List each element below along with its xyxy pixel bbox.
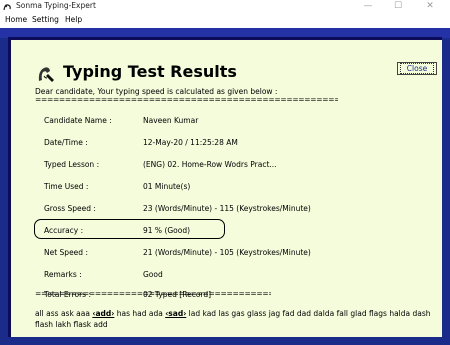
menu-bar: Home Setting Help bbox=[0, 14, 450, 26]
dialog-title: Typing Test Results bbox=[63, 62, 237, 81]
net-speed-value: 21 (Words/Minute) - 105 (Keystrokes/Minu… bbox=[143, 248, 311, 257]
lesson-error-word: ‹sad› bbox=[165, 309, 187, 318]
pen-logo-icon bbox=[38, 67, 54, 82]
accuracy-label: Accuracy : bbox=[44, 226, 84, 235]
typed-lesson-value: (ENG) 02. Home-Row Wodrs Pract... bbox=[143, 160, 277, 169]
remarks-label: Remarks : bbox=[44, 270, 82, 279]
close-button[interactable]: Close bbox=[397, 62, 437, 75]
lesson-text-part: has had ada bbox=[114, 309, 166, 318]
remarks-value: Good bbox=[143, 270, 163, 279]
divider-top: ========================================… bbox=[35, 95, 338, 104]
lesson-error-word: ‹add› bbox=[92, 309, 115, 318]
datetime-value: 12-May-20 / 11:25:28 AM bbox=[143, 138, 238, 147]
divider-bottom: ========================================… bbox=[35, 289, 271, 298]
time-used-value: 01 Minute(s) bbox=[143, 182, 191, 191]
menu-help[interactable]: Help bbox=[65, 15, 82, 24]
time-used-label: Time Used : bbox=[44, 182, 89, 191]
menu-setting[interactable]: Setting bbox=[32, 15, 59, 24]
minimize-button[interactable]: — bbox=[356, 0, 380, 14]
datetime-label: Date/Time : bbox=[44, 138, 88, 147]
maximize-button[interactable]: ☐ bbox=[386, 0, 410, 14]
results-panel: Typing Test Results Close Dear candidate… bbox=[8, 37, 442, 337]
title-bar: Sonma Typing-Expert — ☐ ✕ bbox=[0, 0, 450, 14]
menu-home[interactable]: Home bbox=[5, 15, 27, 24]
close-window-button[interactable]: ✕ bbox=[418, 0, 442, 14]
typed-lesson-label: Typed Lesson : bbox=[44, 160, 100, 169]
lesson-text-part: all ass ask aaa bbox=[35, 309, 93, 318]
typed-lesson-text: all ass ask aaa ‹add› has had ada ‹sad› … bbox=[35, 308, 445, 330]
close-button-label: Close bbox=[399, 63, 435, 74]
net-speed-label: Net Speed : bbox=[44, 248, 88, 257]
gross-speed-label: Gross Speed : bbox=[44, 204, 96, 213]
app-logo-icon bbox=[3, 4, 11, 11]
window-title: Sonma Typing-Expert bbox=[16, 1, 96, 10]
accuracy-value: 91 % (Good) bbox=[143, 226, 191, 235]
candidate-name-value: Naveen Kumar bbox=[143, 116, 199, 125]
gross-speed-value: 23 (Words/Minute) - 115 (Keystrokes/Minu… bbox=[143, 204, 311, 213]
candidate-name-label: Candidate Name : bbox=[44, 116, 112, 125]
